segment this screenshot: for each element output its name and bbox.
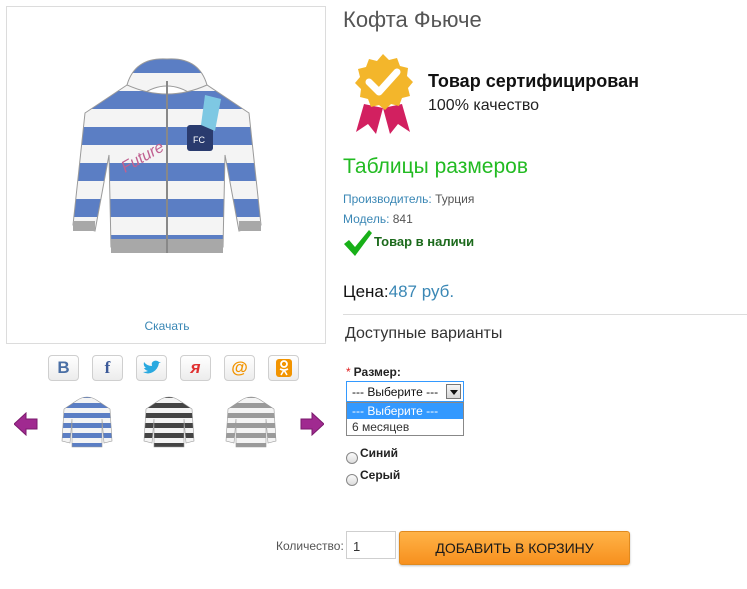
model-value: 841 [392,212,413,226]
size-table-link[interactable]: Таблицы размеров [343,155,528,179]
product-image[interactable]: FC Future [65,55,269,267]
download-link[interactable]: Скачать [7,319,327,333]
quantity-input[interactable]: 1 [346,531,396,559]
size-label-text: Размер: [353,365,401,379]
svg-text:FC: FC [193,135,205,145]
twitter-share-button[interactable] [136,355,167,381]
color-option-blue[interactable]: Синий [346,442,398,464]
chevron-down-icon[interactable] [446,384,461,399]
manufacturer-value: Турция [435,192,475,206]
product-title: Кофта Фьюче [343,7,482,32]
yaru-icon: я [190,358,201,377]
checkmark-icon [344,230,372,256]
size-select-value: --- Выберите --- [352,385,439,399]
share-buttons: B f я @ [48,355,299,381]
thumbnail-blue[interactable] [58,393,116,451]
thumb-prev-arrow-icon[interactable] [14,412,38,436]
certificate-subtitle: 100% качество [428,97,540,114]
radio-button-grey[interactable] [346,474,358,486]
quantity-label: Количество: [276,539,344,553]
thumb-next-arrow-icon[interactable] [300,412,324,436]
certificate-title: Товар сертифицирован [428,71,639,91]
color-option-blue-label: Синий [360,446,399,460]
size-label: * Размер: [346,365,401,379]
facebook-share-button[interactable]: f [92,355,123,381]
color-option-grey[interactable]: Серый [346,464,400,486]
model-line: Модель: 841 [343,212,413,226]
variants-title: Доступные варианты [345,325,503,342]
price-line: Цена:487 руб. [343,282,454,302]
mail-icon: @ [231,358,248,377]
thumbnail-grey[interactable] [222,393,280,451]
certificate-badge-icon [355,54,413,134]
color-option-grey-label: Серый [360,468,401,482]
stock-status: Товар в наличи [374,234,475,249]
add-to-cart-button[interactable]: ДОБАВИТЬ В КОРЗИНУ [399,531,630,565]
required-mark: * [346,365,351,379]
model-label: Модель: [343,212,390,226]
size-dropdown-list: --- Выберите --- 6 месяцев [346,402,464,436]
yaru-share-button[interactable]: я [180,355,211,381]
manufacturer-label: Производитель: [343,192,432,206]
price-label: Цена: [343,282,389,301]
vk-share-button[interactable]: B [48,355,79,381]
size-option-placeholder[interactable]: --- Выберите --- [347,403,463,419]
facebook-icon: f [104,358,111,377]
product-image-box: FC Future Скачать [6,6,326,344]
size-option-6-months[interactable]: 6 месяцев [347,419,463,435]
price-value: 487 руб. [388,282,455,301]
vk-icon: B [57,358,70,377]
radio-button-blue[interactable] [346,452,358,464]
manufacturer-line: Производитель: Турция [343,192,474,206]
mail-share-button[interactable]: @ [224,355,255,381]
odnoklassniki-icon [275,359,292,377]
thumbnail-black[interactable] [140,393,198,451]
twitter-icon [142,360,161,374]
size-select[interactable]: --- Выберите --- [346,381,464,402]
divider [343,314,747,315]
odnoklassniki-share-button[interactable] [268,355,299,381]
